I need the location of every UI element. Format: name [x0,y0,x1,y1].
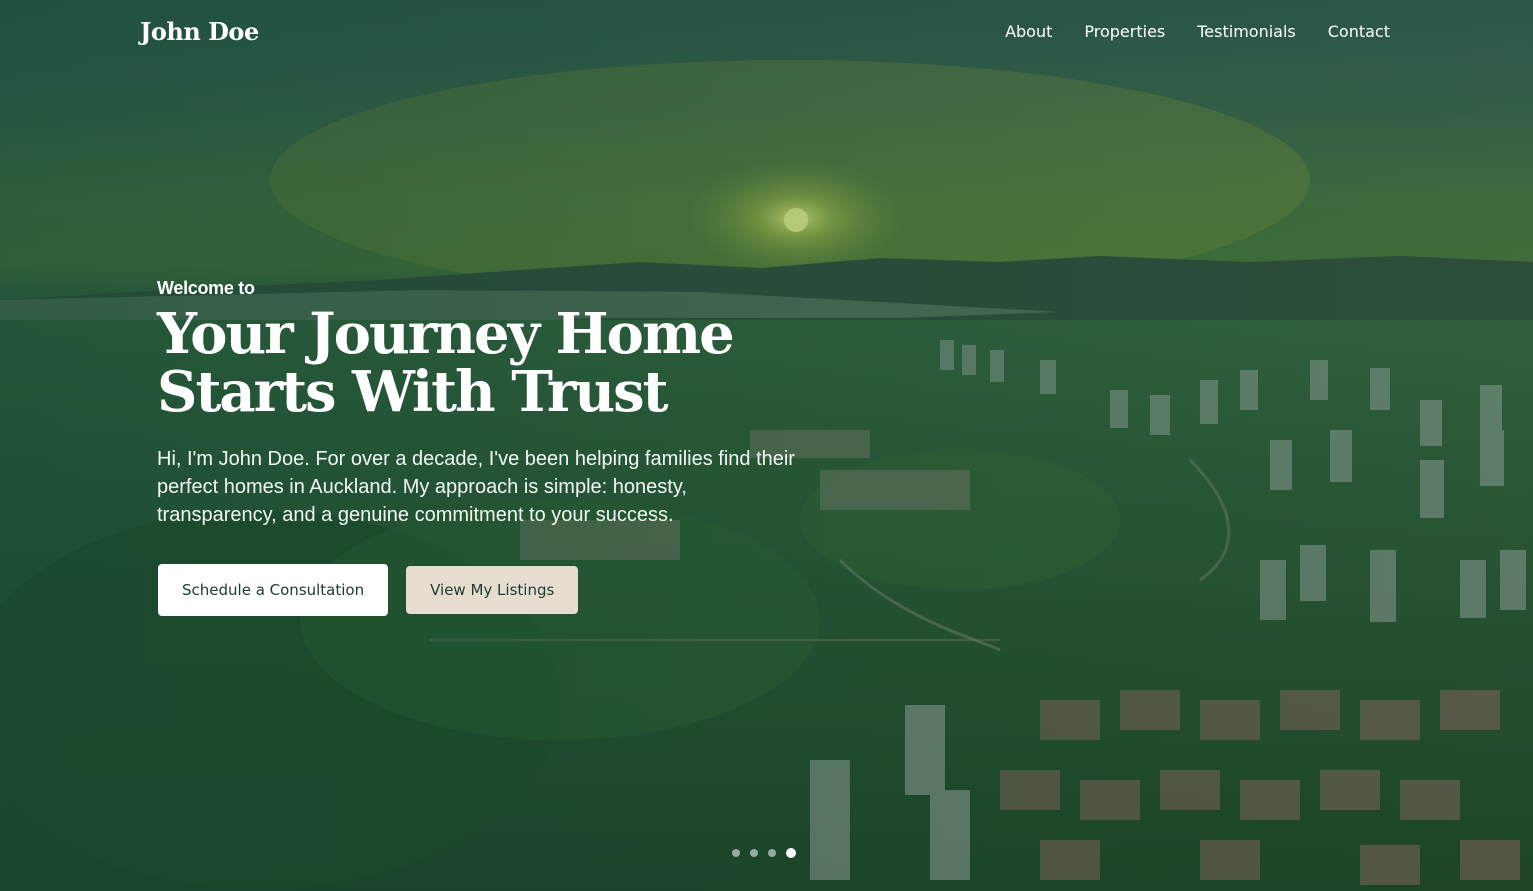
hero-intro-text: Hi, I'm John Doe. For over a decade, I'v… [157,448,795,526]
top-navigation: John Doe About Properties Testimonials C… [0,0,1533,70]
nav-link-contact[interactable]: Contact [1328,22,1390,41]
hero-section: John Doe About Properties Testimonials C… [0,0,1533,891]
carousel-dot-3[interactable] [768,849,776,857]
schedule-consultation-button[interactable]: Schedule a Consultation [158,564,389,616]
hero-eyebrow: Welcome to [157,278,255,298]
site-logo[interactable]: John Doe [140,17,259,46]
nav-link-testimonials[interactable]: Testimonials [1197,22,1296,41]
nav-link-properties[interactable]: Properties [1084,22,1165,41]
nav-links: About Properties Testimonials Contact [1005,22,1390,41]
hero-cta-row: Schedule a Consultation View My Listings [158,564,579,616]
hero-headline: Your Journey Home Starts With Trust [157,305,837,421]
hero-headline-line-1: Your Journey Home [157,301,735,367]
hero-headline-line-2: Starts With Trust [157,359,668,425]
hero-content: Welcome to Your Journey Home Starts With… [157,278,837,529]
nav-link-about[interactable]: About [1005,22,1052,41]
carousel-dot-2[interactable] [750,849,758,857]
carousel-dot-4[interactable] [786,848,796,858]
view-listings-button[interactable]: View My Listings [406,566,579,614]
carousel-indicators [732,848,796,858]
carousel-dot-1[interactable] [732,849,740,857]
